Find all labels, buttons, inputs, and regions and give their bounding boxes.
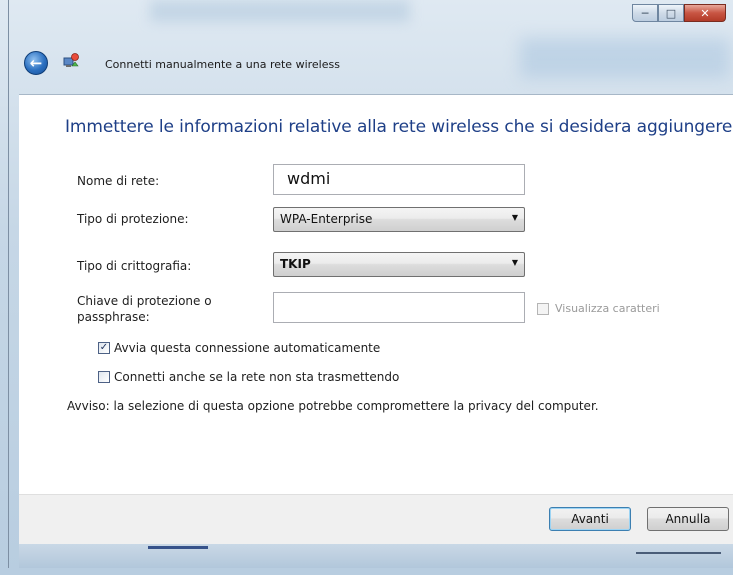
- window-title: Connetti manualmente a una rete wireless: [105, 58, 340, 71]
- close-button[interactable]: ✕: [684, 4, 726, 22]
- button-bar: Avanti Annulla: [19, 494, 733, 545]
- show-characters-label: Visualizza caratteri: [555, 302, 660, 315]
- minimize-icon: ─: [641, 6, 649, 20]
- title-bar: ─ □ ✕ ← Connetti manualmente a una rete …: [9, 0, 733, 93]
- window-bottom-border: [19, 544, 733, 568]
- close-icon: ✕: [700, 6, 710, 20]
- security-type-select[interactable]: WPA-Enterprise ▼: [273, 207, 525, 232]
- caption-buttons: ─ □ ✕: [632, 4, 726, 22]
- auto-start-label: Avvia questa connessione automaticamente: [114, 341, 381, 355]
- network-name-label: Nome di rete:: [77, 174, 160, 188]
- auto-start-checkbox[interactable]: ✓: [98, 342, 110, 354]
- background-taskbar-fragment: [636, 552, 721, 554]
- encryption-type-select[interactable]: TKIP ▼: [273, 252, 525, 277]
- encryption-type-value: TKIP: [280, 257, 311, 271]
- next-button[interactable]: Avanti: [549, 507, 631, 531]
- security-type-label: Tipo di protezione:: [77, 212, 189, 226]
- dialog-window: ─ □ ✕ ← Connetti manualmente a una rete …: [8, 0, 733, 568]
- chevron-down-icon: ▼: [511, 258, 518, 267]
- security-key-input[interactable]: [273, 292, 525, 323]
- show-characters-checkbox[interactable]: [537, 303, 549, 315]
- chevron-down-icon: ▼: [511, 213, 518, 222]
- network-icon: [61, 52, 81, 72]
- network-name-input[interactable]: wdmi: [273, 164, 525, 195]
- connect-hidden-label: Connetti anche se la rete non sta trasme…: [114, 370, 400, 384]
- page-heading: Immettere le informazioni relative alla …: [65, 117, 733, 137]
- cancel-button[interactable]: Annulla: [647, 507, 729, 531]
- privacy-warning: Avviso: la selezione di questa opzione p…: [67, 399, 599, 413]
- connect-hidden-checkbox[interactable]: [98, 371, 110, 383]
- maximize-icon: □: [665, 6, 677, 20]
- encryption-type-label: Tipo di crittografia:: [77, 259, 192, 273]
- checkmark-icon: ✓: [99, 342, 109, 353]
- security-type-value: WPA-Enterprise: [280, 212, 373, 226]
- security-key-label-line1: Chiave di protezione o: [77, 294, 212, 308]
- security-key-label-line2: passphrase:: [77, 310, 150, 324]
- content-panel: Immettere le informazioni relative alla …: [19, 94, 733, 495]
- maximize-button[interactable]: □: [658, 4, 684, 22]
- minimize-button[interactable]: ─: [632, 4, 658, 22]
- back-arrow-icon: ←: [29, 54, 43, 72]
- background-taskbar-fragment: [148, 546, 208, 549]
- back-button[interactable]: ←: [24, 51, 48, 75]
